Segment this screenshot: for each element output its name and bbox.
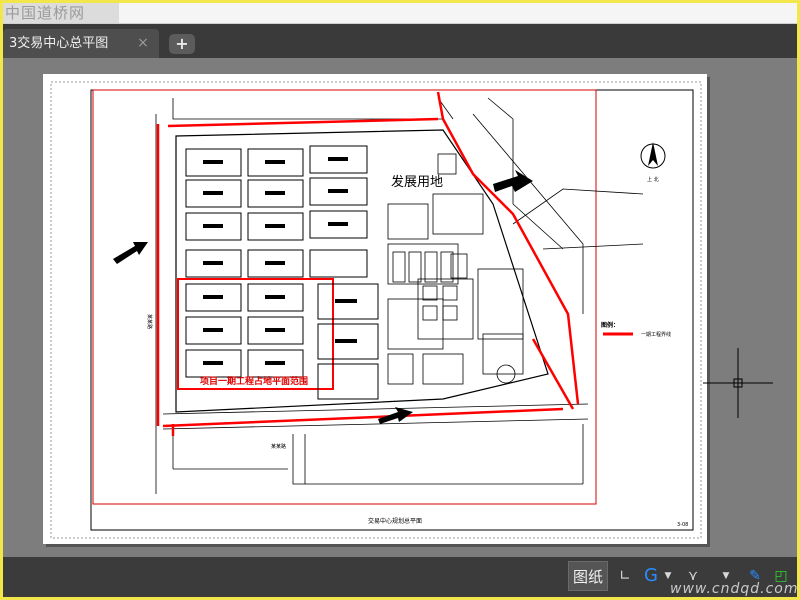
site-watermark: www.cndqd.com bbox=[670, 581, 797, 597]
legend-item: 一期工程界线 bbox=[641, 331, 671, 338]
cursor-crosshair bbox=[703, 348, 773, 418]
polar-tracking-icon[interactable]: G bbox=[639, 562, 663, 590]
watermark-logo: 中国道桥网 bbox=[3, 3, 119, 23]
drawing-canvas[interactable]: 上 北 发展用地 项目一期工程占地平面范围 交易中心规划总平面 3-08 图例：… bbox=[3, 58, 797, 557]
site-plan-drawing: 上 北 发展用地 项目一期工程占地平面范围 交易中心规划总平面 3-08 图例：… bbox=[50, 81, 702, 539]
layout-button[interactable]: 图纸 bbox=[568, 561, 608, 591]
phase-label: 项目一期工程占地平面范围 bbox=[200, 375, 308, 387]
reserve-area-label: 发展用地 bbox=[391, 174, 443, 190]
title-block-text: 交易中心规划总平面 bbox=[368, 517, 422, 525]
north-arrow-icon bbox=[640, 142, 666, 169]
print-area bbox=[50, 81, 702, 539]
title-bar: 中国道桥网 bbox=[3, 3, 797, 24]
phase1-box bbox=[177, 278, 334, 390]
document-tab-bar: 3交易中心总平图 × + bbox=[3, 24, 797, 58]
drawing-border bbox=[90, 89, 694, 531]
paper-sheet: 上 北 发展用地 项目一期工程占地平面范围 交易中心规划总平面 3-08 图例：… bbox=[43, 74, 707, 544]
road-label-bottom: 某某路 bbox=[271, 443, 286, 450]
site-boundary bbox=[175, 129, 549, 413]
tab-label: 3交易中心总平图 bbox=[9, 36, 109, 51]
tab-drawing[interactable]: 3交易中心总平图 × bbox=[3, 29, 159, 58]
north-label: 上 北 bbox=[647, 176, 659, 183]
viewport-frame bbox=[92, 89, 597, 505]
close-icon[interactable]: × bbox=[135, 29, 151, 58]
road-lines bbox=[155, 97, 644, 494]
ortho-icon[interactable]: ∟ bbox=[613, 562, 637, 590]
app-window: 中国道桥网 3交易中心总平图 × + 上 北 发展用地 项目一期工程占地平面范围… bbox=[3, 3, 797, 597]
legend-title: 图例： bbox=[601, 321, 619, 329]
new-tab-button[interactable]: + bbox=[169, 34, 195, 54]
status-bar: 图纸 ∟ G ▼ ⋎ ▼ ✎ ◰ www.cndqd.com bbox=[3, 557, 797, 597]
road-label-left: 某某路 bbox=[146, 314, 153, 329]
sheet-number: 3-08 bbox=[677, 522, 688, 528]
